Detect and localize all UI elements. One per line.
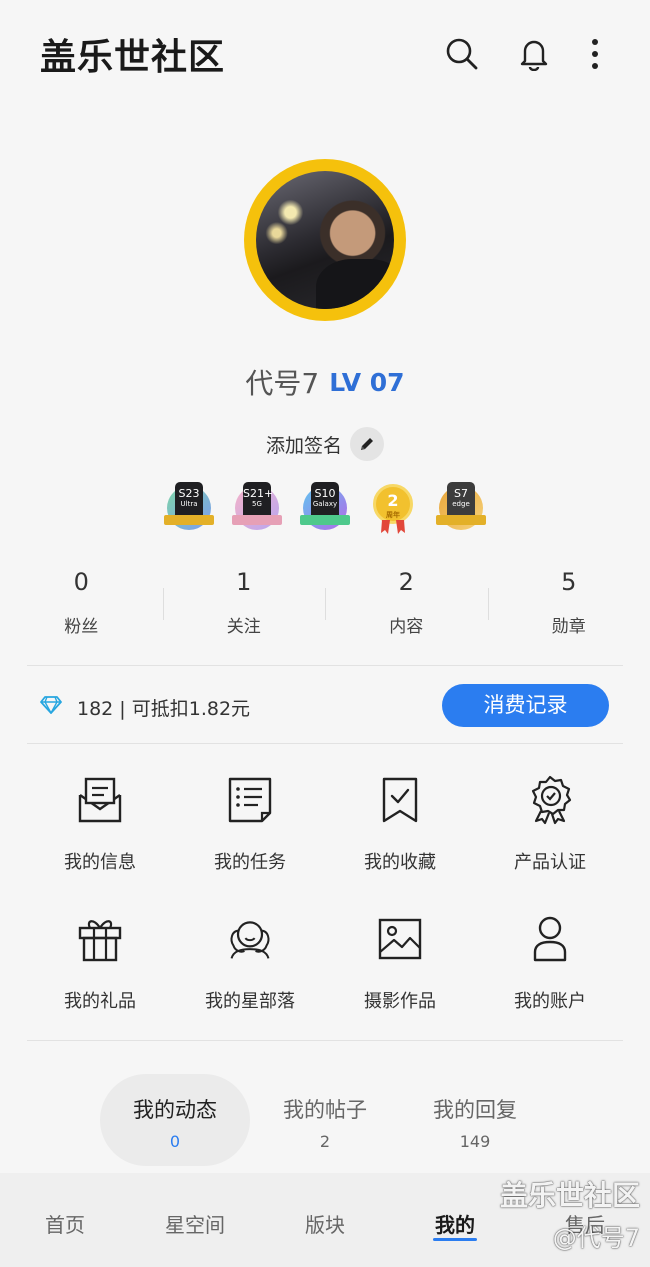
tab-my-replies[interactable]: 我的回复 149 — [400, 1074, 550, 1166]
task-list-icon — [226, 775, 274, 825]
menu-my-info[interactable]: 我的信息 — [25, 775, 175, 874]
stat-value: 5 — [561, 568, 577, 596]
gift-icon — [76, 914, 124, 964]
app-title: 盖乐世社区 — [40, 37, 226, 78]
badge-model: 2 — [387, 491, 399, 510]
menu-my-favorites[interactable]: 我的收藏 — [325, 775, 475, 874]
menu-label: 我的信息 — [64, 852, 136, 873]
tab-label: 我的回复 — [433, 1098, 517, 1122]
badge-sub: Galaxy — [312, 500, 338, 508]
more-vertical-icon[interactable] — [575, 34, 615, 74]
stat-value: 2 — [398, 568, 414, 596]
tab-count: 0 — [169, 1132, 181, 1151]
menu-label: 我的账户 — [514, 991, 586, 1012]
watermark: 盖乐世社区 @代号7 — [500, 1174, 640, 1253]
username-row: 代号7 LV 07 — [0, 362, 650, 402]
menu-my-tribe[interactable]: 我的星部落 — [175, 914, 325, 1013]
bookmark-icon — [376, 775, 424, 825]
stat-label: 关注 — [226, 617, 261, 637]
menu-my-account[interactable]: 我的账户 — [475, 914, 625, 1013]
menu-label: 我的任务 — [214, 852, 286, 873]
nav-home[interactable]: 首页 — [0, 1173, 130, 1267]
tab-label: 我的动态 — [133, 1098, 217, 1122]
signature-row: 添加签名 — [0, 427, 650, 461]
menu-my-gifts[interactable]: 我的礼品 — [25, 914, 175, 1013]
app-header: 盖乐世社区 — [0, 0, 650, 108]
avatar-photo — [256, 171, 394, 309]
badge-s21-plus[interactable]: S21+ 5G — [232, 482, 282, 534]
divider — [27, 665, 623, 666]
stat-label: 粉丝 — [64, 617, 99, 637]
badge-sub: edge — [452, 500, 470, 508]
menu-photography[interactable]: 摄影作品 — [325, 914, 475, 1013]
tab-my-posts[interactable]: 我的帖子 2 — [250, 1074, 400, 1166]
badge-sub: 5G — [252, 500, 262, 508]
stat-label: 勋章 — [551, 617, 586, 637]
stat-label: 内容 — [389, 617, 424, 637]
menu-label: 我的礼品 — [64, 991, 136, 1012]
menu-product-certification[interactable]: 产品认证 — [475, 775, 625, 874]
watermark-line2: @代号7 — [552, 1224, 640, 1252]
search-icon[interactable] — [442, 34, 482, 74]
activity-tabs: 我的动态 0 我的帖子 2 我的回复 149 — [100, 1074, 550, 1166]
level-badge: LV 07 — [329, 367, 405, 397]
badge-list: S23 Ultra S21+ 5G S10 Galaxy 2 周年 S7 edge — [0, 482, 650, 534]
badge-s7-edge[interactable]: S7 edge — [436, 482, 486, 534]
stat-content[interactable]: 2 内容 — [325, 568, 488, 648]
badge-anniversary[interactable]: 2 周年 — [368, 482, 418, 534]
image-icon — [376, 914, 424, 964]
feature-grid: 我的信息 我的任务 我的收藏 产品认证 我的礼品 我的星部落 摄影作品 我的账户 — [25, 775, 625, 1013]
menu-label: 摄影作品 — [364, 991, 436, 1012]
stat-fans[interactable]: 0 粉丝 — [0, 568, 163, 648]
message-icon — [76, 775, 124, 825]
menu-label: 产品认证 — [514, 852, 586, 873]
badge-sub: Ultra — [180, 500, 198, 508]
nav-star-space[interactable]: 星空间 — [130, 1173, 260, 1267]
username: 代号7 — [245, 367, 320, 400]
bell-icon[interactable] — [514, 34, 554, 74]
consumption-record-button[interactable]: 消费记录 — [442, 684, 609, 727]
badge-sub: 周年 — [386, 511, 400, 519]
menu-label: 我的星部落 — [205, 991, 295, 1012]
divider — [27, 1040, 623, 1041]
tab-label: 我的帖子 — [283, 1098, 367, 1122]
stat-medals[interactable]: 5 勋章 — [487, 568, 650, 648]
avatar[interactable] — [244, 159, 406, 321]
menu-my-tasks[interactable]: 我的任务 — [175, 775, 325, 874]
nav-sections[interactable]: 版块 — [260, 1173, 390, 1267]
tab-my-activity[interactable]: 我的动态 0 — [100, 1074, 250, 1166]
stat-value: 0 — [73, 568, 89, 596]
watermark-line1: 盖乐世社区 — [499, 1179, 640, 1212]
points-balance: 182 | 可抵扣1.82元 — [77, 698, 251, 720]
signature-text[interactable]: 添加签名 — [266, 431, 342, 458]
badge-s10[interactable]: S10 Galaxy — [300, 482, 350, 534]
stats-row: 0 粉丝 1 关注 2 内容 5 勋章 — [0, 568, 650, 648]
tribe-icon — [226, 914, 274, 964]
pencil-icon[interactable] — [350, 427, 384, 461]
certificate-icon — [526, 775, 574, 825]
stat-value: 1 — [236, 568, 252, 596]
user-icon — [526, 914, 574, 964]
menu-label: 我的收藏 — [364, 852, 436, 873]
tab-count: 2 — [319, 1132, 331, 1151]
stat-following[interactable]: 1 关注 — [162, 568, 326, 648]
diamond-icon — [40, 696, 62, 718]
tab-count: 149 — [459, 1132, 491, 1151]
points-row: 182 | 可抵扣1.82元 消费记录 — [0, 684, 650, 728]
divider — [27, 743, 623, 744]
badge-s23-ultra[interactable]: S23 Ultra — [164, 482, 214, 534]
